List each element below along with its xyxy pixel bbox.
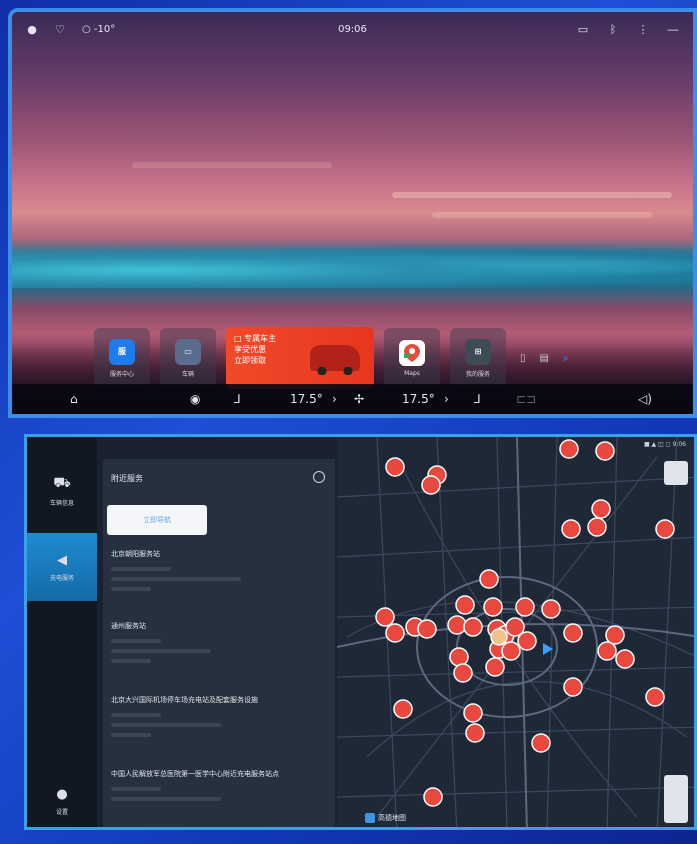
app-label: 车辆 [181,370,194,378]
seat-right-icon[interactable]: ⅃ [474,392,481,406]
left-temperature[interactable]: 17.5° [290,392,323,406]
layers-button[interactable] [664,461,688,485]
car-image [310,345,360,375]
nav-item-charging[interactable]: ◀ 充电服务 [27,533,97,601]
car-icon: ▭ [175,338,201,365]
camera-icon[interactable]: ▭ [577,23,589,36]
nav-item-vehicle[interactable]: ⛟ 车辆信息 [27,457,97,525]
right-temperature[interactable]: 17.5° [402,392,435,406]
cloud-streak [432,212,652,218]
quick-actions: ▯ ▤ ⌕ [520,353,569,364]
volume-icon[interactable]: ◁) [638,392,652,406]
bluetooth-icon: ᛒ [609,22,617,36]
glacier [12,244,693,288]
signal-icon: ⋮ [637,22,649,36]
climate-bar: ⌂ ◉ ⅃ 17.5° › ✢ 17.5° › ⅃ ⊏⊐ ◁) [12,384,693,414]
car-mode-icon[interactable]: ⊏⊐ [516,392,536,406]
user-icon[interactable]: ● [26,23,38,36]
entry-title: 北京大兴国际机场停车场充电站及配套服务设施 [111,696,258,704]
chevron-right-icon[interactable]: › [444,392,449,406]
app-maps[interactable]: Maps [384,328,440,388]
panel-title: 附近服务 [111,474,143,483]
status-bar: ● ♡ ○ -10° 09:06 ▭ ᛒ ⋮ ― [12,12,693,46]
entry-detail [111,723,221,727]
entry-detail [111,587,151,591]
chevron-right-icon[interactable]: › [332,392,337,406]
maps-icon [399,339,425,366]
clock: 09:06 [338,23,367,35]
side-nav: ⛟ 车辆信息 ◀ 充电服务 ● 设置 [27,437,97,827]
app-label: 我的服务 [465,370,490,378]
list-item[interactable]: 通州服务站 [111,621,331,669]
seat-left-icon[interactable]: ⅃ [234,392,241,406]
entry-detail [111,649,211,653]
phone-icon[interactable]: ▯ [520,353,526,364]
app-label: Maps [404,369,420,377]
map-canvas [337,437,694,827]
settings-icon: ● [56,786,68,802]
entry-detail [111,713,161,717]
home-icon[interactable]: ⌂ [70,392,78,406]
entry-detail [111,639,161,643]
entry-detail [111,659,151,663]
map-view[interactable]: ■ ▲ ◫ ◻ 9:06 高德地图 [337,437,694,827]
app-extra[interactable]: ⊞ 我的服务 [450,328,506,388]
bottom-display: ⛟ 车辆信息 ◀ 充电服务 ● 设置 附近服务 立即导航 北京朝阳服务站 通州服… [24,434,697,830]
entry-detail [111,797,221,801]
app-car[interactable]: ▭ 车辆 [160,328,216,388]
navigate-icon: ◀ [57,552,67,568]
zoom-control[interactable] [664,775,688,823]
list-item[interactable]: 中国人民解放军总医院第一医学中心附近充电服务站点 [111,769,331,807]
map-status: ■ ▲ ◫ ◻ 9:06 [643,441,686,448]
map-logo-text: 高德地图 [378,814,406,822]
promo-line: □ 专属车主 [234,334,277,343]
top-display: ● ♡ ○ -10° 09:06 ▭ ᛒ ⋮ ― 服 服务中心 ▭ 车辆 □ 专… [8,8,697,418]
entry-title: 通州服务站 [111,622,146,630]
close-icon[interactable] [313,471,325,483]
nav-label: 车辆信息 [49,500,74,507]
message-icon[interactable]: ▤ [540,353,549,364]
service-panel: 附近服务 立即导航 北京朝阳服务站 通州服务站 北京大兴国际机场停车场充电站及配… [103,459,335,827]
map-logo: 高德地图 [365,813,406,823]
entry-title: 北京朝阳服务站 [111,550,160,558]
app-service[interactable]: 服 服务中心 [94,328,150,388]
app-dock: 服 服务中心 ▭ 车辆 □ 专属车主 享受优惠 立即领取 Maps ⊞ 我的服务… [94,324,650,392]
list-item[interactable]: 北京朝阳服务站 [111,549,331,597]
cloud-streak [132,162,332,168]
promo-card[interactable]: □ 专属车主 享受优惠 立即领取 [226,327,374,389]
entry-detail [111,733,151,737]
fan-icon[interactable]: ✢ [354,392,364,406]
grid-icon: ⊞ [465,338,491,365]
entry-detail [111,567,171,571]
app-label: 服务中心 [109,370,134,378]
map-logo-icon [365,813,375,823]
nav-label: 充电服务 [49,574,74,582]
outside-temperature: ○ -10° [82,23,116,35]
heart-icon[interactable]: ♡ [54,23,66,36]
entry-title: 中国人民解放军总医院第一医学中心附近充电服务站点 [111,770,279,778]
nav-item-settings[interactable]: ● 设置 [27,767,97,827]
defrost-icon[interactable]: ◉ [190,392,200,406]
entry-detail [111,577,241,581]
list-item[interactable]: 北京大兴国际机场停车场充电站及配套服务设施 [111,695,331,743]
network-icon: ― [667,22,679,36]
search-icon[interactable]: ⌕ [563,353,569,364]
cloud-streak [392,192,672,198]
service-icon: 服 [109,338,135,365]
navigate-button[interactable]: 立即导航 [107,505,207,535]
entry-detail [111,787,161,791]
nav-label: 设置 [55,808,68,816]
car-icon: ⛟ [53,475,71,491]
